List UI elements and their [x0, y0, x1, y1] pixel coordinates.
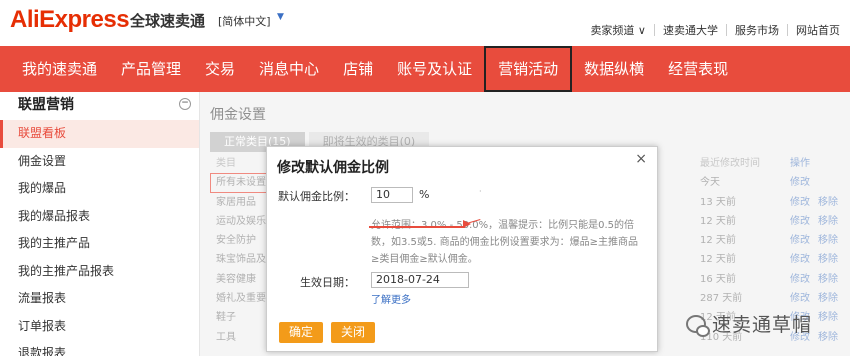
- modal-title: 修改默认佣金比例: [277, 160, 389, 176]
- main-nav: 我的速卖通 产品管理 交易 消息中心 店铺 账号及认证 营销活动 数据纵横 经营…: [0, 46, 850, 92]
- close-icon[interactable]: ×: [635, 151, 647, 167]
- aliexpress-logo[interactable]: AliExpress: [10, 6, 130, 34]
- sidebar-item-hot-products[interactable]: 我的爆品: [0, 175, 199, 203]
- sidebar-item-dashboard[interactable]: 联盟看板: [0, 120, 199, 148]
- nav-my-aliexpress[interactable]: 我的速卖通: [10, 46, 109, 92]
- sidebar-item-hot-report[interactable]: 我的爆品报表: [0, 203, 199, 231]
- nav-data[interactable]: 数据纵横: [572, 46, 656, 92]
- sidebar-item-commission[interactable]: 佣金设置: [0, 148, 199, 176]
- date-label: 生效日期：: [300, 276, 355, 289]
- language-selector[interactable]: [简体中文]: [218, 13, 271, 29]
- sidebar-item-refunds[interactable]: 退款报表: [0, 340, 199, 356]
- nav-marketing[interactable]: 营销活动: [484, 46, 573, 92]
- divider: [787, 24, 788, 36]
- watermark: 速卖通草帽: [686, 310, 812, 337]
- nav-orders[interactable]: 交易: [193, 46, 247, 92]
- top-links: 卖家频道 ∨ 速卖通大学 服务市场 网站首页: [590, 22, 840, 38]
- wechat-icon: [686, 314, 710, 337]
- learn-more-link[interactable]: 了解更多: [371, 291, 411, 306]
- close-button[interactable]: 关闭: [331, 322, 376, 343]
- seller-channel-link[interactable]: 卖家频道 ∨: [590, 22, 646, 38]
- nav-messages[interactable]: 消息中心: [247, 46, 331, 92]
- top-header: AliExpress 全球速卖通 [简体中文] ▼ 卖家频道 ∨ 速卖通大学 服…: [0, 0, 850, 46]
- nav-account[interactable]: 账号及认证: [385, 46, 484, 92]
- sidebar-item-featured[interactable]: 我的主推产品: [0, 230, 199, 258]
- confirm-button[interactable]: 确定: [279, 322, 324, 343]
- sidebar-title-text: 联盟营销: [18, 97, 74, 113]
- sidebar-item-orders[interactable]: 订单报表: [0, 313, 199, 341]
- dot-mark: ·: [479, 187, 482, 196]
- rate-input[interactable]: 10: [371, 187, 413, 203]
- homepage-link[interactable]: 网站首页: [796, 22, 840, 38]
- range-hint: 允许范围：3.0% - 50.0%，温馨提示：比例只能是0.5的倍数，如3.5或…: [371, 220, 639, 265]
- nav-performance[interactable]: 经营表现: [656, 46, 740, 92]
- divider: [726, 24, 727, 36]
- highlight-underline: [369, 226, 465, 228]
- arrow-right-icon: [463, 220, 471, 228]
- watermark-text: 速卖通草帽: [712, 314, 813, 336]
- service-market-link[interactable]: 服务市场: [735, 22, 779, 38]
- collapse-icon[interactable]: −: [179, 98, 191, 110]
- divider: [654, 24, 655, 36]
- nav-products[interactable]: 产品管理: [109, 46, 193, 92]
- caret-down-icon[interactable]: ▼: [277, 12, 284, 22]
- logo-subtitle: 全球速卖通: [130, 12, 206, 30]
- sidebar-item-traffic[interactable]: 流量报表: [0, 285, 199, 313]
- date-input[interactable]: 2018-07-24: [371, 272, 469, 288]
- university-link[interactable]: 速卖通大学: [663, 22, 718, 38]
- rate-label: 默认佣金比例：: [278, 190, 355, 203]
- commission-modal: 修改默认佣金比例 × 默认佣金比例： 10 % · 允许范围：3.0% - 50…: [266, 146, 658, 352]
- sidebar-item-featured-report[interactable]: 我的主推产品报表: [0, 258, 199, 286]
- sidebar-title: 联盟营销 −: [0, 92, 199, 120]
- nav-store[interactable]: 店铺: [331, 46, 385, 92]
- percent-unit: %: [419, 188, 430, 201]
- sidebar: 联盟营销 − 联盟看板 佣金设置 我的爆品 我的爆品报表 我的主推产品 我的主推…: [0, 92, 200, 356]
